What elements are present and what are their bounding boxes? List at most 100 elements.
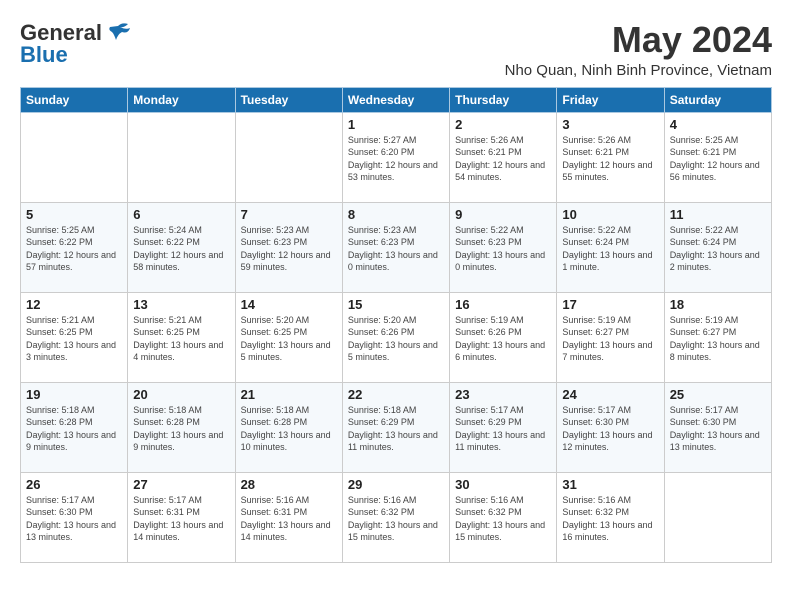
day-number: 12 xyxy=(26,297,122,312)
calendar-week-5: 26 Sunrise: 5:17 AM Sunset: 6:30 PM Dayli… xyxy=(21,472,772,562)
day-info: Sunrise: 5:24 AM Sunset: 6:22 PM Dayligh… xyxy=(133,224,229,274)
day-number: 31 xyxy=(562,477,658,492)
calendar-cell: 24 Sunrise: 5:17 AM Sunset: 6:30 PM Dayli… xyxy=(557,382,664,472)
th-thursday: Thursday xyxy=(450,87,557,112)
calendar-cell: 3Sunrise: 5:26 AM Sunset: 6:21 PM Daylig… xyxy=(557,112,664,202)
calendar-cell: 9 Sunrise: 5:22 AM Sunset: 6:23 PM Daylig… xyxy=(450,202,557,292)
calendar-cell xyxy=(21,112,128,202)
day-number: 25 xyxy=(670,387,766,402)
day-info: Sunrise: 5:19 AM Sunset: 6:27 PM Dayligh… xyxy=(562,314,658,364)
day-number: 10 xyxy=(562,207,658,222)
calendar-table: Sunday Monday Tuesday Wednesday Thursday… xyxy=(20,87,772,563)
calendar-cell: 28 Sunrise: 5:16 AM Sunset: 6:31 PM Dayli… xyxy=(235,472,342,562)
day-number: 6 xyxy=(133,207,229,222)
day-info: Sunrise: 5:16 AM Sunset: 6:32 PM Dayligh… xyxy=(455,494,551,544)
day-number: 23 xyxy=(455,387,551,402)
logo-bird-icon xyxy=(104,22,132,44)
calendar-subtitle: Nho Quan, Ninh Binh Province, Vietnam xyxy=(505,62,772,79)
calendar-cell: 17 Sunrise: 5:19 AM Sunset: 6:27 PM Dayli… xyxy=(557,292,664,382)
calendar-cell: 18 Sunrise: 5:19 AM Sunset: 6:27 PM Dayli… xyxy=(664,292,771,382)
logo: General Blue xyxy=(20,20,132,68)
day-info: Sunrise: 5:22 AM Sunset: 6:23 PM Dayligh… xyxy=(455,224,551,274)
calendar-cell: 10Sunrise: 5:22 AM Sunset: 6:24 PM Dayli… xyxy=(557,202,664,292)
weekday-header-row: Sunday Monday Tuesday Wednesday Thursday… xyxy=(21,87,772,112)
day-info: Sunrise: 5:17 AM Sunset: 6:29 PM Dayligh… xyxy=(455,404,551,454)
th-tuesday: Tuesday xyxy=(235,87,342,112)
th-wednesday: Wednesday xyxy=(342,87,449,112)
day-info: Sunrise: 5:26 AM Sunset: 6:21 PM Dayligh… xyxy=(562,134,658,184)
day-number: 28 xyxy=(241,477,337,492)
calendar-cell: 20Sunrise: 5:18 AM Sunset: 6:28 PM Dayli… xyxy=(128,382,235,472)
calendar-cell: 6 Sunrise: 5:24 AM Sunset: 6:22 PM Daylig… xyxy=(128,202,235,292)
day-info: Sunrise: 5:27 AM Sunset: 6:20 PM Dayligh… xyxy=(348,134,444,184)
calendar-cell: 22 Sunrise: 5:18 AM Sunset: 6:29 PM Dayli… xyxy=(342,382,449,472)
day-number: 9 xyxy=(455,207,551,222)
calendar-cell: 4 Sunrise: 5:25 AM Sunset: 6:21 PM Daylig… xyxy=(664,112,771,202)
th-sunday: Sunday xyxy=(21,87,128,112)
day-info: Sunrise: 5:16 AM Sunset: 6:31 PM Dayligh… xyxy=(241,494,337,544)
day-number: 5 xyxy=(26,207,122,222)
calendar-cell: 16Sunrise: 5:19 AM Sunset: 6:26 PM Dayli… xyxy=(450,292,557,382)
day-number: 7 xyxy=(241,207,337,222)
day-info: Sunrise: 5:19 AM Sunset: 6:27 PM Dayligh… xyxy=(670,314,766,364)
day-number: 22 xyxy=(348,387,444,402)
calendar-cell: 29Sunrise: 5:16 AM Sunset: 6:32 PM Dayli… xyxy=(342,472,449,562)
day-number: 14 xyxy=(241,297,337,312)
calendar-cell: 1 Sunrise: 5:27 AM Sunset: 6:20 PM Daylig… xyxy=(342,112,449,202)
header: General Blue May 2024 Nho Quan, Ninh Bin… xyxy=(20,20,772,79)
calendar-cell: 8 Sunrise: 5:23 AM Sunset: 6:23 PM Daylig… xyxy=(342,202,449,292)
calendar-cell: 26 Sunrise: 5:17 AM Sunset: 6:30 PM Dayli… xyxy=(21,472,128,562)
day-info: Sunrise: 5:25 AM Sunset: 6:21 PM Dayligh… xyxy=(670,134,766,184)
day-info: Sunrise: 5:17 AM Sunset: 6:30 PM Dayligh… xyxy=(562,404,658,454)
calendar-cell: 19Sunrise: 5:18 AM Sunset: 6:28 PM Dayli… xyxy=(21,382,128,472)
calendar-cell: 25 Sunrise: 5:17 AM Sunset: 6:30 PM Dayli… xyxy=(664,382,771,472)
day-info: Sunrise: 5:18 AM Sunset: 6:29 PM Dayligh… xyxy=(348,404,444,454)
day-info: Sunrise: 5:19 AM Sunset: 6:26 PM Dayligh… xyxy=(455,314,551,364)
calendar-cell: 15Sunrise: 5:20 AM Sunset: 6:26 PM Dayli… xyxy=(342,292,449,382)
day-number: 4 xyxy=(670,117,766,132)
day-number: 26 xyxy=(26,477,122,492)
calendar-cell: 12 Sunrise: 5:21 AM Sunset: 6:25 PM Dayli… xyxy=(21,292,128,382)
calendar-cell: 5 Sunrise: 5:25 AM Sunset: 6:22 PM Daylig… xyxy=(21,202,128,292)
day-info: Sunrise: 5:22 AM Sunset: 6:24 PM Dayligh… xyxy=(670,224,766,274)
day-info: Sunrise: 5:25 AM Sunset: 6:22 PM Dayligh… xyxy=(26,224,122,274)
day-number: 19 xyxy=(26,387,122,402)
day-info: Sunrise: 5:17 AM Sunset: 6:30 PM Dayligh… xyxy=(670,404,766,454)
day-number: 29 xyxy=(348,477,444,492)
day-info: Sunrise: 5:23 AM Sunset: 6:23 PM Dayligh… xyxy=(348,224,444,274)
calendar-cell xyxy=(128,112,235,202)
day-info: Sunrise: 5:17 AM Sunset: 6:30 PM Dayligh… xyxy=(26,494,122,544)
day-info: Sunrise: 5:21 AM Sunset: 6:25 PM Dayligh… xyxy=(133,314,229,364)
calendar-cell: 13 Sunrise: 5:21 AM Sunset: 6:25 PM Dayli… xyxy=(128,292,235,382)
calendar-cell xyxy=(664,472,771,562)
calendar-week-4: 19 Sunrise: 5:18 AM Sunset: 6:28 PM Dayli… xyxy=(21,382,772,472)
day-info: Sunrise: 5:21 AM Sunset: 6:25 PM Dayligh… xyxy=(26,314,122,364)
day-number: 1 xyxy=(348,117,444,132)
day-number: 18 xyxy=(670,297,766,312)
day-number: 13 xyxy=(133,297,229,312)
day-info: Sunrise: 5:17 AM Sunset: 6:31 PM Dayligh… xyxy=(133,494,229,544)
calendar-title: May 2024 xyxy=(505,20,772,60)
calendar-week-1: 1 Sunrise: 5:27 AM Sunset: 6:20 PM Daylig… xyxy=(21,112,772,202)
calendar-cell: 14Sunrise: 5:20 AM Sunset: 6:25 PM Dayli… xyxy=(235,292,342,382)
th-friday: Friday xyxy=(557,87,664,112)
day-number: 11 xyxy=(670,207,766,222)
day-number: 8 xyxy=(348,207,444,222)
th-saturday: Saturday xyxy=(664,87,771,112)
day-number: 27 xyxy=(133,477,229,492)
calendar-cell: 7 Sunrise: 5:23 AM Sunset: 6:23 PM Daylig… xyxy=(235,202,342,292)
calendar-cell: 27 Sunrise: 5:17 AM Sunset: 6:31 PM Dayli… xyxy=(128,472,235,562)
calendar-week-2: 5 Sunrise: 5:25 AM Sunset: 6:22 PM Daylig… xyxy=(21,202,772,292)
day-info: Sunrise: 5:20 AM Sunset: 6:26 PM Dayligh… xyxy=(348,314,444,364)
th-monday: Monday xyxy=(128,87,235,112)
title-block: May 2024 Nho Quan, Ninh Binh Province, V… xyxy=(505,20,772,79)
calendar-cell: 31 Sunrise: 5:16 AM Sunset: 6:32 PM Dayli… xyxy=(557,472,664,562)
day-info: Sunrise: 5:23 AM Sunset: 6:23 PM Dayligh… xyxy=(241,224,337,274)
calendar-cell: 23 Sunrise: 5:17 AM Sunset: 6:29 PM Dayli… xyxy=(450,382,557,472)
day-number: 24 xyxy=(562,387,658,402)
day-info: Sunrise: 5:16 AM Sunset: 6:32 PM Dayligh… xyxy=(562,494,658,544)
day-number: 30 xyxy=(455,477,551,492)
day-info: Sunrise: 5:18 AM Sunset: 6:28 PM Dayligh… xyxy=(241,404,337,454)
day-number: 17 xyxy=(562,297,658,312)
day-info: Sunrise: 5:26 AM Sunset: 6:21 PM Dayligh… xyxy=(455,134,551,184)
